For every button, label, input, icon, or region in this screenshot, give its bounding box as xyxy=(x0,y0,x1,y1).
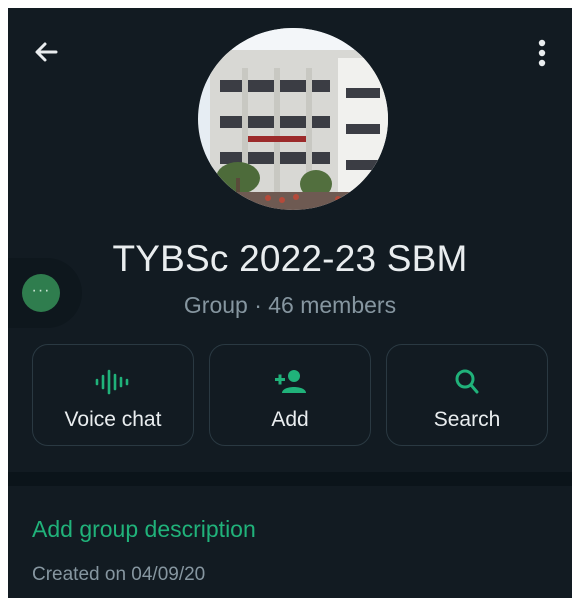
add-member-button[interactable]: Add xyxy=(209,344,371,446)
add-member-label: Add xyxy=(271,408,309,431)
voice-chat-button[interactable]: Voice chat xyxy=(32,344,194,446)
group-subtitle: Group · 46 members xyxy=(183,292,397,318)
group-name: TYBSc 2022-23 SBM xyxy=(112,238,468,279)
group-info-screen: ··· TYBSc 2022-23 SBM Group · 46 members… xyxy=(8,8,572,598)
voice-wave-icon xyxy=(95,369,129,395)
voice-chat-label: Voice chat xyxy=(64,408,162,431)
search-button[interactable]: Search xyxy=(386,344,548,446)
created-date: Created on 04/09/20 xyxy=(32,564,206,585)
group-avatar[interactable] xyxy=(198,28,388,210)
arrow-left-icon xyxy=(35,42,58,62)
add-person-icon xyxy=(275,370,306,393)
search-label: Search xyxy=(433,408,501,431)
more-options-button[interactable] xyxy=(532,38,552,68)
group-photo-image xyxy=(198,28,388,210)
back-button[interactable] xyxy=(32,38,60,66)
more-vert-icon xyxy=(538,39,546,67)
search-icon xyxy=(455,369,479,394)
add-group-description-link[interactable]: Add group description xyxy=(32,516,256,543)
section-divider xyxy=(8,472,572,486)
